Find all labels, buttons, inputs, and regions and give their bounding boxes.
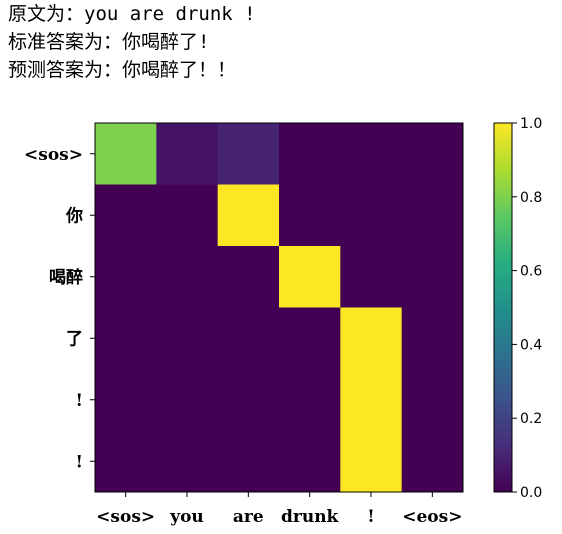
y-tick-label: 了 xyxy=(66,329,83,349)
x-tick-label: drunk xyxy=(281,507,340,527)
colorbar xyxy=(493,122,513,493)
heatmap-cell xyxy=(217,123,280,185)
heatmap-cell xyxy=(401,369,464,431)
x-tick-label: are xyxy=(233,507,264,527)
heatmap-cell xyxy=(340,184,403,247)
heatmap-cell xyxy=(156,307,219,370)
heatmap-cell xyxy=(95,307,157,370)
heatmap-cell xyxy=(401,430,464,493)
heatmap-cell xyxy=(217,369,280,431)
heatmap-cell xyxy=(217,307,280,370)
heatmap-cell xyxy=(401,123,464,185)
heatmap-cell xyxy=(217,430,280,493)
colorbar-tick-label: 0.8 xyxy=(520,190,542,206)
heatmap-cell xyxy=(279,430,341,493)
y-tick-label: ! xyxy=(76,452,83,472)
heatmap-cell xyxy=(279,246,341,308)
heatmap-cell xyxy=(401,246,464,308)
colorbar-ticks: 0.0 0.2 0.4 0.6 0.8 1.0 xyxy=(512,116,542,501)
heatmap-cell xyxy=(401,184,464,247)
heatmap-cell xyxy=(340,307,403,370)
heatmap-cell xyxy=(340,246,403,308)
heatmap-cell xyxy=(279,369,341,431)
x-tick-label: ! xyxy=(367,507,374,527)
heatmap-cell xyxy=(217,246,280,308)
colorbar-tick-label: 0.6 xyxy=(520,264,542,280)
colorbar-tick-label: 1.0 xyxy=(520,116,542,132)
heatmap-cell xyxy=(279,307,341,370)
heatmap-cell xyxy=(95,369,157,431)
heatmap-cells xyxy=(95,123,464,493)
heatmap-cell xyxy=(279,123,341,185)
y-tick-label: ! xyxy=(76,391,83,411)
y-tick-label: <sos> xyxy=(24,145,83,165)
heatmap-cell xyxy=(156,369,219,431)
y-tick-label: 你 xyxy=(65,205,83,226)
heatmap-cell xyxy=(156,184,219,247)
heatmap-cell xyxy=(340,369,403,431)
heatmap-cell xyxy=(95,123,157,185)
heatmap-cell xyxy=(340,123,403,185)
x-tick-label: you xyxy=(169,507,204,527)
x-tick-label: <sos> xyxy=(96,507,155,527)
heatmap-cell xyxy=(156,430,219,493)
colorbar-tick-label: 0.2 xyxy=(520,411,542,427)
x-tick-label: <eos> xyxy=(402,507,462,527)
heatmap-cell xyxy=(156,246,219,308)
heatmap-cell xyxy=(95,246,157,308)
heatmap-cell xyxy=(95,430,157,493)
x-axis-ticks: <sos> you are drunk! <eos> xyxy=(96,492,462,527)
attention-heatmap-chart: <sos> you are drunk! <eos> <sos>你喝醉了!! 0.00.… xyxy=(24,116,542,527)
heatmap-cell xyxy=(217,184,280,247)
colorbar-tick-label: 0.4 xyxy=(520,337,542,353)
y-axis-ticks: <sos> 你喝醉了!! xyxy=(24,145,95,472)
heatmap-cell xyxy=(401,307,464,370)
heatmap-cell xyxy=(156,123,219,185)
colorbar-tick-label: 0.0 xyxy=(520,485,542,501)
heatmap-cell xyxy=(340,430,403,493)
heatmap-cell xyxy=(95,184,157,247)
y-tick-label: 喝醉 xyxy=(49,267,83,288)
heatmap-cell xyxy=(279,184,341,247)
